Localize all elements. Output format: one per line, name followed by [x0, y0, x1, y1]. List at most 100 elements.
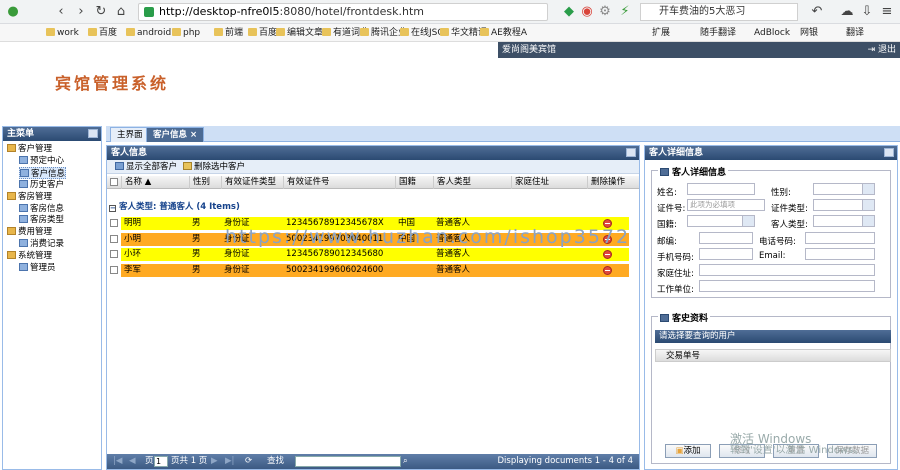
menu-item-0[interactable]: 客户管理: [7, 143, 52, 155]
browser-logo-icon: ●: [7, 4, 19, 19]
delete-row-icon[interactable]: [603, 250, 612, 259]
search-input[interactable]: 开车费油的5大恶习: [640, 3, 798, 21]
column-header[interactable]: 家庭住址: [511, 176, 549, 189]
reload-icon[interactable]: ↻: [92, 3, 110, 21]
prev-page-icon[interactable]: ◀: [129, 454, 136, 469]
address-field[interactable]: [699, 264, 875, 276]
postcode-field[interactable]: [699, 232, 753, 244]
bookmark-right-4[interactable]: 翻译: [846, 26, 864, 40]
row-checkbox[interactable]: [110, 265, 118, 274]
bookmark-label: 百度: [99, 28, 118, 38]
menu-item-6[interactable]: 客房类型: [19, 214, 64, 226]
back-icon[interactable]: ‹: [52, 3, 70, 21]
tab-close-icon[interactable]: ×: [190, 130, 197, 140]
detail-collapse-icon[interactable]: [884, 148, 894, 157]
name-field[interactable]: [687, 183, 755, 195]
column-header[interactable]: 性别: [189, 176, 210, 189]
work-field[interactable]: [699, 280, 875, 292]
refresh-icon[interactable]: ⟳: [245, 454, 252, 469]
id-no-field[interactable]: 此项为必填项: [687, 199, 765, 211]
bookmark-0[interactable]: work: [46, 26, 79, 40]
select-all-checkbox[interactable]: [110, 178, 118, 186]
last-page-icon[interactable]: ▶|: [225, 454, 234, 469]
guest-type-select[interactable]: [813, 215, 875, 227]
history-icon: [660, 314, 669, 322]
column-header[interactable]: 有效证件类型: [221, 176, 276, 189]
panel-collapse-icon[interactable]: [626, 148, 636, 157]
bookmark-right-2[interactable]: AdBlock: [754, 26, 790, 40]
page-input[interactable]: 1: [154, 456, 168, 467]
tab-guest-label: 客户信息: [153, 130, 188, 140]
lightning-icon[interactable]: ⚡: [616, 3, 634, 21]
column-header[interactable]: 名称 ▲: [121, 176, 151, 189]
table-cell: 普通客人: [436, 249, 471, 259]
record-icon[interactable]: ◉: [578, 3, 596, 21]
collapse-group-icon[interactable]: −: [109, 205, 116, 212]
folder-icon: [214, 28, 223, 36]
row-checkbox[interactable]: [110, 250, 118, 258]
bookmark-6[interactable]: 编辑文章: [276, 26, 323, 40]
collapse-icon[interactable]: [88, 129, 98, 138]
menu-item-2[interactable]: 客户信息: [19, 166, 67, 179]
bookmark-4[interactable]: 前端: [214, 26, 243, 40]
menu-item-10[interactable]: 管理员: [19, 262, 56, 274]
windows-activation-hint: 转到'设置'以激活 Windows。: [730, 445, 864, 456]
next-page-icon[interactable]: ▶: [211, 454, 218, 469]
undo-icon[interactable]: ↶: [808, 3, 826, 21]
column-header[interactable]: 有效证件号: [283, 176, 330, 189]
bookmark-2[interactable]: android: [126, 26, 171, 40]
grid-search-input[interactable]: [295, 456, 401, 467]
menu-item-5[interactable]: 客房信息: [19, 203, 64, 215]
delete-selected-button[interactable]: 删除选中客户: [183, 161, 245, 173]
bookmark-1[interactable]: 百度: [88, 26, 117, 40]
menu-item-9[interactable]: 系统管理: [7, 250, 52, 262]
mobile-field[interactable]: [699, 248, 753, 260]
row-checkbox[interactable]: [110, 234, 118, 243]
menu-item-7[interactable]: 费用管理: [7, 226, 52, 238]
url-path: :8080/hotel/frontdesk.htm: [279, 5, 424, 18]
bookmark-9[interactable]: 在线JSO: [400, 26, 444, 40]
add-button[interactable]: ▣添加: [665, 444, 711, 458]
settings-icon[interactable]: ⚙: [596, 3, 614, 21]
security-icon[interactable]: ◆: [560, 3, 578, 21]
menu-item-4[interactable]: 客房管理: [7, 191, 52, 203]
row-checkbox[interactable]: [110, 219, 118, 227]
cloud-icon[interactable]: ☁: [838, 3, 856, 21]
home-icon[interactable]: ⌂: [112, 3, 130, 21]
column-header[interactable]: 删除操作: [587, 176, 625, 189]
first-page-icon[interactable]: |◀: [113, 454, 122, 469]
menu-item-1[interactable]: 预定中心: [19, 155, 64, 167]
delete-row-icon[interactable]: [603, 265, 612, 275]
detail-panel-header: 客人详细信息: [645, 146, 897, 160]
logout-button[interactable]: ⇥ 退出: [868, 42, 896, 58]
column-header[interactable]: 国籍: [395, 176, 416, 189]
tab-guest-info[interactable]: 客户信息 ×: [146, 127, 205, 142]
bookmark-3[interactable]: php: [172, 26, 200, 40]
table-row[interactable]: 李军 男 身份证 500234199606024600 普通客人: [107, 263, 629, 277]
address-bar[interactable]: http://desktop-nfre0l5:8080/hotel/frontd…: [138, 3, 548, 21]
bookmark-right-3[interactable]: 网银: [800, 26, 818, 40]
forward-icon[interactable]: ›: [72, 3, 90, 21]
nation-select[interactable]: [687, 215, 755, 227]
tab-home[interactable]: 主界面: [110, 127, 150, 142]
bookmark-right-1[interactable]: 随手翻译: [700, 26, 736, 40]
menu-icon[interactable]: ≡: [878, 3, 896, 21]
delete-icon: [183, 162, 192, 170]
menu-item-3[interactable]: 历史客户: [19, 179, 64, 191]
table-row[interactable]: 小环 男 身份证 123456789012345680 普通客人: [107, 248, 629, 261]
bookmark-11[interactable]: AE教程A: [480, 26, 527, 40]
bookmark-5[interactable]: 百度: [248, 26, 277, 40]
column-header[interactable]: 客人类型: [433, 176, 471, 189]
email-field[interactable]: [805, 248, 875, 260]
phone-field[interactable]: [805, 232, 875, 244]
show-all-button[interactable]: 显示全部客户: [115, 161, 177, 173]
id-type-select[interactable]: [813, 199, 875, 211]
menu-item-8[interactable]: 消费记录: [19, 238, 64, 250]
search-icon[interactable]: ⌕: [403, 454, 408, 469]
gender-select[interactable]: [813, 183, 875, 195]
table-cell: 男: [192, 218, 201, 228]
download-icon[interactable]: ⇩: [858, 3, 876, 21]
bookmark-right-0[interactable]: 扩展: [652, 26, 670, 40]
group-header[interactable]: − 客人类型: 普通客人 (4 Items): [109, 200, 240, 212]
watermark: https://www.huzhan.com/ishop3572: [225, 226, 631, 248]
